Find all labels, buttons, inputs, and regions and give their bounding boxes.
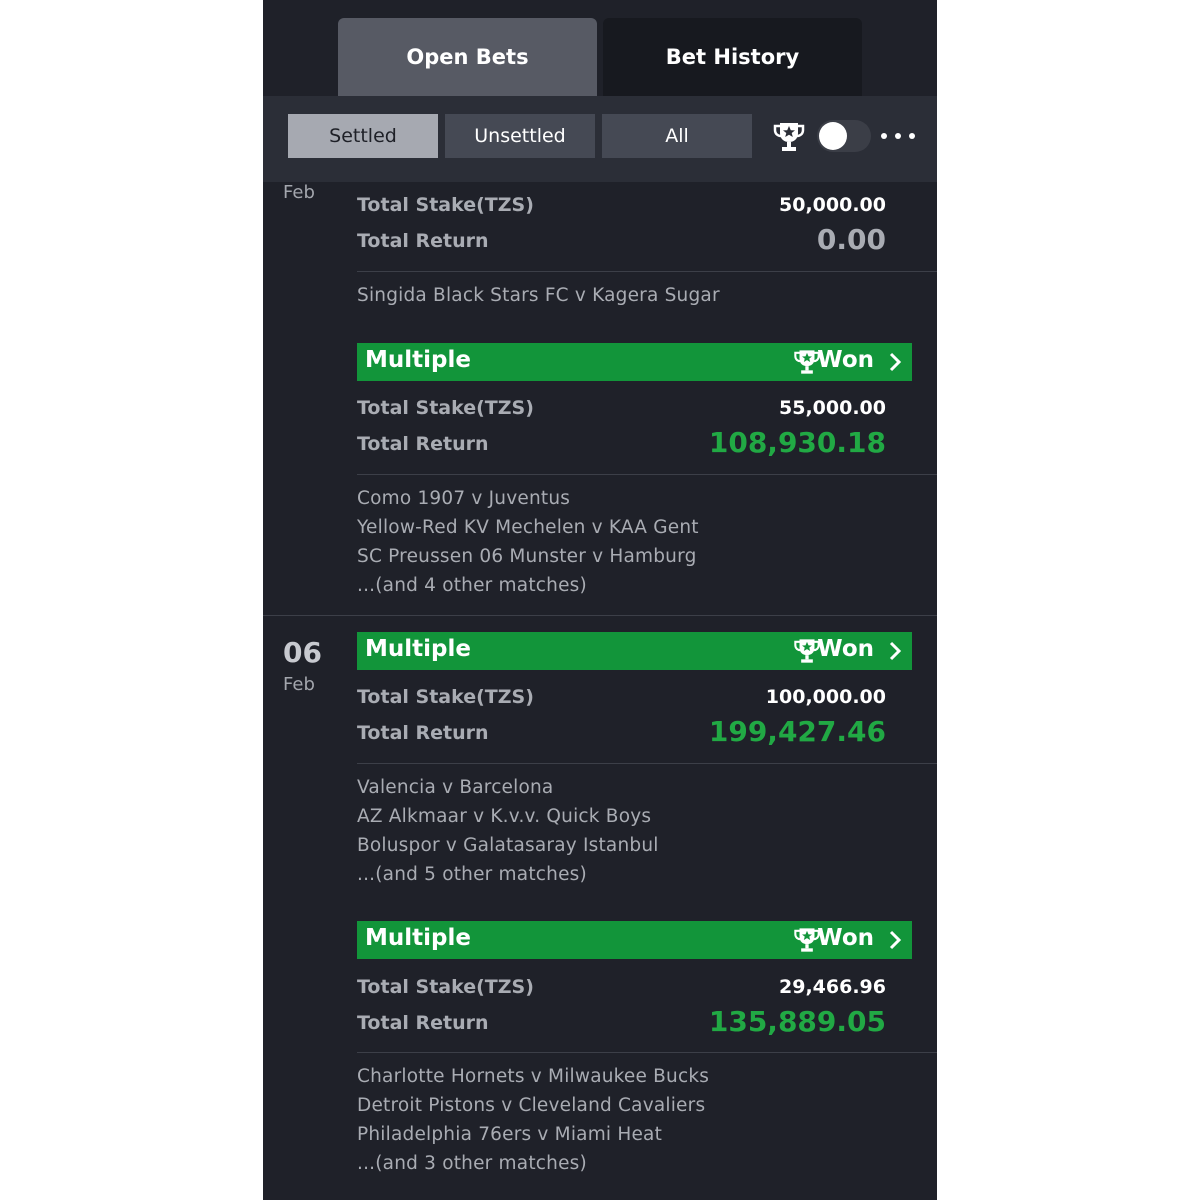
match-line: Valencia v Barcelona (357, 777, 554, 798)
stake-label: Total Stake(TZS) (357, 976, 534, 998)
stake-label: Total Stake(TZS) (357, 397, 534, 419)
date-month: Feb (283, 182, 315, 203)
return-value: 135,889.05 (708, 1005, 886, 1038)
bet-banner-won[interactable]: Multiple Won (357, 343, 912, 381)
toggle-knob (819, 122, 847, 150)
filter-unsettled[interactable]: Unsettled (445, 114, 595, 158)
divider (357, 1052, 937, 1053)
divider (357, 763, 937, 764)
chevron-right-icon (889, 641, 902, 661)
match-line: Detroit Pistons v Cleveland Cavaliers (357, 1095, 706, 1116)
match-line: Como 1907 v Juventus (357, 488, 571, 509)
divider (357, 474, 937, 475)
chevron-right-icon (889, 352, 902, 372)
dot (895, 133, 901, 139)
return-label: Total Return (357, 1012, 489, 1034)
bet-type: Multiple (365, 636, 471, 662)
match-line: SC Preussen 06 Munster v Hamburg (357, 546, 697, 567)
filter-bar: Settled Unsettled All (263, 96, 937, 182)
bet-list: Feb Total Stake(TZS) 50,000.00 Total Ret… (263, 182, 937, 1200)
return-label: Total Return (357, 433, 489, 455)
filter-all[interactable]: All (602, 114, 752, 158)
match-line: ...(and 5 other matches) (357, 864, 587, 885)
stake-label: Total Stake(TZS) (357, 686, 534, 708)
bet-banner-won[interactable]: Multiple Won (357, 921, 912, 959)
return-value: 108,930.18 (708, 426, 886, 459)
stake-value: 50,000.00 (779, 194, 886, 216)
bet-status: Won (817, 347, 874, 373)
match-line: ...(and 4 other matches) (357, 575, 587, 596)
date-day: 06 (283, 636, 322, 669)
match-line: AZ Alkmaar v K.v.v. Quick Boys (357, 806, 652, 827)
match-line: Boluspor v Galatasaray Istanbul (357, 835, 659, 856)
day-divider (263, 615, 937, 616)
trophy-icon[interactable] (771, 119, 807, 155)
stake-value: 55,000.00 (779, 397, 886, 419)
return-label: Total Return (357, 230, 489, 252)
divider (357, 271, 937, 272)
bet-status: Won (817, 925, 874, 951)
tab-open-bets[interactable]: Open Bets (338, 18, 597, 96)
match-line: Charlotte Hornets v Milwaukee Bucks (357, 1066, 710, 1087)
won-only-toggle[interactable] (817, 120, 871, 152)
chevron-right-icon (889, 930, 902, 950)
return-value: 0.00 (816, 223, 886, 256)
bet-banner-won[interactable]: Multiple Won (357, 632, 912, 670)
dot (881, 133, 887, 139)
bet-status: Won (817, 636, 874, 662)
bet-type: Multiple (365, 925, 471, 951)
bet-history-screen: Open Bets Bet History Settled Unsettled … (263, 0, 937, 1200)
tab-bet-history[interactable]: Bet History (603, 18, 862, 96)
filter-settled[interactable]: Settled (288, 114, 438, 158)
stake-value: 100,000.00 (765, 686, 886, 708)
dot (909, 133, 915, 139)
stake-value: 29,466.96 (779, 976, 886, 998)
bet-type: Multiple (365, 347, 471, 373)
match-line: Philadelphia 76ers v Miami Heat (357, 1124, 663, 1145)
stake-label: Total Stake(TZS) (357, 194, 534, 216)
match-line: ...(and 3 other matches) (357, 1153, 587, 1174)
match-line: Singida Black Stars FC v Kagera Sugar (357, 285, 720, 306)
return-label: Total Return (357, 722, 489, 744)
top-tabs: Open Bets Bet History (263, 0, 937, 96)
match-line: Yellow-Red KV Mechelen v KAA Gent (357, 517, 699, 538)
more-icon[interactable] (881, 124, 915, 148)
return-value: 199,427.46 (708, 715, 886, 748)
date-month: Feb (283, 674, 315, 695)
